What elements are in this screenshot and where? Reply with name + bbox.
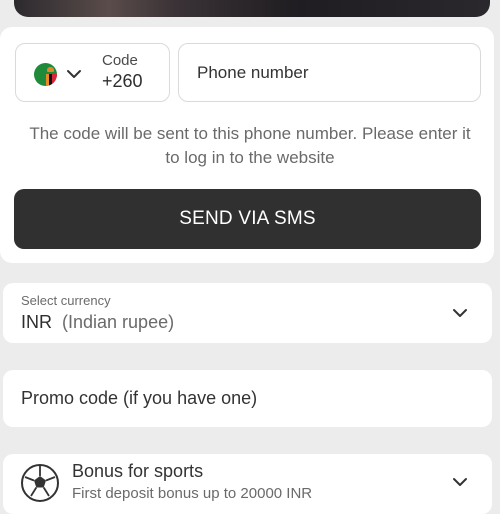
currency-code: INR <box>21 312 52 332</box>
country-code-select[interactable]: Code +260 <box>15 43 170 102</box>
currency-select[interactable]: Select currency INR (Indian rupee) <box>3 283 492 343</box>
code-value: +260 <box>102 71 143 91</box>
bonus-select[interactable]: Bonus for sports First deposit bonus up … <box>3 454 492 514</box>
currency-value: INR (Indian rupee) <box>21 312 174 333</box>
sms-hint-text: The code will be sent to this phone numb… <box>29 124 471 167</box>
banner-image <box>14 0 490 17</box>
promo-code-placeholder: Promo code (if you have one) <box>21 388 258 408</box>
bonus-title: Bonus for sports <box>72 461 204 481</box>
chevron-down-icon <box>453 478 467 486</box>
send-via-sms-button[interactable]: SEND VIA SMS <box>14 189 481 249</box>
chevron-down-icon <box>453 309 467 317</box>
phone-number-input[interactable] <box>178 43 481 102</box>
zambia-flag-icon <box>34 63 57 86</box>
currency-name: (Indian rupee) <box>62 312 175 332</box>
header-banner <box>0 0 500 17</box>
currency-label: Select currency <box>21 293 111 308</box>
code-label: Code <box>102 52 138 69</box>
soccer-ball-icon <box>21 464 59 502</box>
chevron-down-icon <box>67 70 81 78</box>
bonus-description: First deposit bonus up to 20000 INR <box>72 485 313 502</box>
promo-code-input[interactable]: Promo code (if you have one) <box>3 370 492 427</box>
